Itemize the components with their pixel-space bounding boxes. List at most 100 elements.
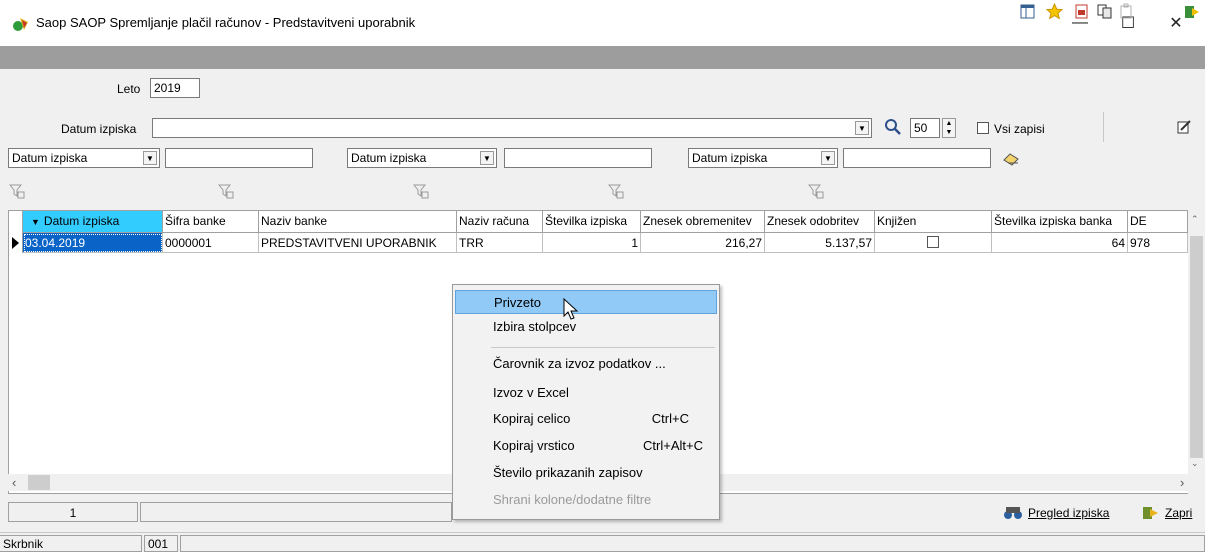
mouse-cursor-icon bbox=[563, 298, 579, 320]
pregled-izpiska-button[interactable]: Pregled izpiska bbox=[1003, 505, 1109, 521]
search-icon[interactable] bbox=[884, 118, 902, 136]
favorite-star-icon[interactable] bbox=[1046, 3, 1063, 20]
datum-izpiska-combo[interactable]: ▼ bbox=[152, 118, 872, 138]
filter-field-1-value: Datum izpiska bbox=[12, 151, 88, 165]
table-cell-stevilka[interactable]: 1 bbox=[543, 233, 641, 253]
status-empty bbox=[180, 535, 1205, 552]
menu-item-shrani-kolone: Shrani kolone/dodatne filtre bbox=[455, 488, 717, 512]
menu-item-izvoz-excel[interactable]: Izvoz v Excel bbox=[455, 381, 717, 405]
edit-icon[interactable] bbox=[1176, 119, 1192, 135]
leto-input[interactable]: 2019 bbox=[150, 78, 200, 98]
context-menu: Privzeto Izbira stolpcev Čarovnik za izv… bbox=[452, 284, 720, 520]
columns-icon[interactable] bbox=[1019, 3, 1036, 20]
vsi-zapisi-label: Vsi zapisi bbox=[994, 122, 1045, 136]
filter-funnel-icon[interactable] bbox=[9, 184, 25, 200]
column-header-naziv-racuna[interactable]: Naziv računa bbox=[457, 211, 543, 233]
table-cell-stevilka-banka[interactable]: 64 bbox=[992, 233, 1128, 253]
binoculars-icon bbox=[1004, 507, 1022, 519]
menu-item-label: Izvoz v Excel bbox=[493, 385, 569, 400]
count-spinner[interactable]: ▲ ▼ bbox=[942, 118, 956, 138]
divider bbox=[1103, 112, 1104, 142]
eraser-icon[interactable] bbox=[1002, 152, 1020, 166]
horizontal-scroll-thumb[interactable] bbox=[28, 475, 50, 490]
table-cell-naziv-racuna[interactable]: TRR bbox=[457, 233, 543, 253]
filter-value-input-2[interactable] bbox=[504, 148, 652, 168]
pregled-izpiska-label: Pregled izpiska bbox=[1028, 506, 1110, 520]
table-cell-knjizen[interactable] bbox=[875, 233, 992, 253]
vertical-scroll-thumb[interactable] bbox=[1190, 236, 1203, 458]
menu-item-kopiraj-vrstico[interactable]: Kopiraj vrstico Ctrl+Alt+C bbox=[455, 434, 717, 458]
filter-field-combo-3[interactable]: Datum izpiska ▼ bbox=[688, 148, 838, 168]
table-cell-sifra[interactable]: 0000001 bbox=[163, 233, 259, 253]
filter-funnel-icon[interactable] bbox=[413, 184, 429, 200]
datum-izpiska-label: Datum izpiska bbox=[61, 122, 137, 136]
scroll-right-icon[interactable]: › bbox=[1180, 475, 1184, 490]
table-cell-odobritev[interactable]: 5.137,57 bbox=[765, 233, 875, 253]
table-cell-datum[interactable]: 03.04.2019 bbox=[23, 233, 163, 253]
chevron-down-icon[interactable]: ▼ bbox=[855, 121, 869, 135]
menu-item-izbira-stolpcev[interactable]: Izbira stolpcev bbox=[455, 315, 717, 339]
scroll-down-icon[interactable]: ⌄ bbox=[1191, 458, 1199, 469]
menu-item-shortcut: Ctrl+Alt+C bbox=[643, 438, 703, 453]
menu-item-label: Shrani kolone/dodatne filtre bbox=[493, 492, 652, 507]
column-header-knjizen[interactable]: Knjižen bbox=[875, 211, 992, 233]
exit-icon[interactable] bbox=[1183, 3, 1200, 20]
window-title: Saop SAOP Spremljanje plačil računov - P… bbox=[36, 15, 416, 30]
vsi-zapisi-checkbox[interactable] bbox=[977, 122, 989, 134]
exit-icon bbox=[1143, 507, 1158, 519]
record-count-input[interactable]: 50 bbox=[910, 118, 940, 138]
column-header-obremenitev[interactable]: Znesek obremenitev bbox=[641, 211, 765, 233]
pager-area bbox=[140, 502, 452, 522]
page-indicator: 1 bbox=[8, 502, 138, 522]
paste-icon bbox=[1120, 3, 1132, 19]
menu-item-kopiraj-celico[interactable]: Kopiraj celico Ctrl+C bbox=[455, 407, 717, 431]
zapri-button[interactable]: Zapri bbox=[1142, 505, 1192, 521]
column-header-odobritev[interactable]: Znesek odobritev bbox=[765, 211, 875, 233]
filter-field-3-value: Datum izpiska bbox=[692, 151, 768, 165]
current-row-icon bbox=[12, 237, 19, 249]
status-bar: Skrbnik 001 bbox=[0, 532, 1205, 552]
menu-item-carovnik[interactable]: Čarovnik za izvoz podatkov ... bbox=[455, 352, 717, 376]
column-header-stevilka-banka[interactable]: Številka izpiska banka bbox=[992, 211, 1128, 233]
pdf-icon[interactable] bbox=[1073, 3, 1090, 20]
menu-item-privzeto[interactable]: Privzeto bbox=[455, 290, 717, 314]
menu-item-stevilo-zapisov[interactable]: Število prikazanih zapisov bbox=[455, 461, 717, 485]
column-header-naziv-banke[interactable]: Naziv banke bbox=[259, 211, 457, 233]
status-code: 001 bbox=[144, 535, 178, 552]
scroll-left-icon[interactable]: ‹ bbox=[12, 475, 16, 490]
menu-item-label: Čarovnik za izvoz podatkov ... bbox=[493, 356, 666, 371]
menu-item-label: Kopiraj celico bbox=[493, 411, 571, 426]
filter-value-input-3[interactable] bbox=[843, 148, 991, 168]
menu-item-shortcut: Ctrl+C bbox=[651, 411, 689, 426]
section-header bbox=[0, 46, 1205, 69]
filter-funnel-icon[interactable] bbox=[608, 184, 624, 200]
scroll-up-icon[interactable]: ⌃ bbox=[1191, 214, 1199, 225]
status-user: Skrbnik bbox=[0, 535, 142, 552]
knjizen-checkbox[interactable] bbox=[927, 236, 939, 248]
copy-icon[interactable] bbox=[1096, 3, 1113, 20]
filter-field-combo-2[interactable]: Datum izpiska ▼ bbox=[347, 148, 497, 168]
menu-item-label: Privzeto bbox=[494, 295, 541, 310]
chevron-down-icon[interactable]: ▼ bbox=[480, 151, 494, 165]
column-header-stevilka[interactable]: Številka izpiska bbox=[543, 211, 641, 233]
table-cell-naziv-banke[interactable]: PREDSTAVITVENI UPORABNIK bbox=[259, 233, 457, 253]
column-header-datum[interactable]: ▼ Datum izpiska bbox=[23, 211, 163, 233]
chevron-down-icon[interactable]: ▼ bbox=[821, 151, 835, 165]
filter-field-2-value: Datum izpiska bbox=[351, 151, 427, 165]
zapri-label: Zapri bbox=[1165, 506, 1193, 520]
leto-label: Leto bbox=[117, 82, 141, 96]
section-title: Pregled bbox=[10, 3, 62, 19]
menu-item-label: Kopiraj vrstico bbox=[493, 438, 575, 453]
filter-funnel-icon[interactable] bbox=[218, 184, 234, 200]
table-cell-obremenitev[interactable]: 216,27 bbox=[641, 233, 765, 253]
filter-funnel-icon[interactable] bbox=[808, 184, 824, 200]
column-header-datum-label: Datum izpiska bbox=[43, 214, 120, 228]
table-cell-de[interactable]: 978 bbox=[1128, 233, 1188, 253]
column-header-de[interactable]: DE bbox=[1128, 211, 1188, 233]
menu-item-label: Število prikazanih zapisov bbox=[493, 465, 643, 480]
filter-value-input-1[interactable] bbox=[165, 148, 313, 168]
menu-separator bbox=[491, 347, 715, 348]
filter-field-combo-1[interactable]: Datum izpiska ▼ bbox=[8, 148, 160, 168]
chevron-down-icon[interactable]: ▼ bbox=[143, 151, 157, 165]
column-header-sifra[interactable]: Šifra banke bbox=[163, 211, 259, 233]
